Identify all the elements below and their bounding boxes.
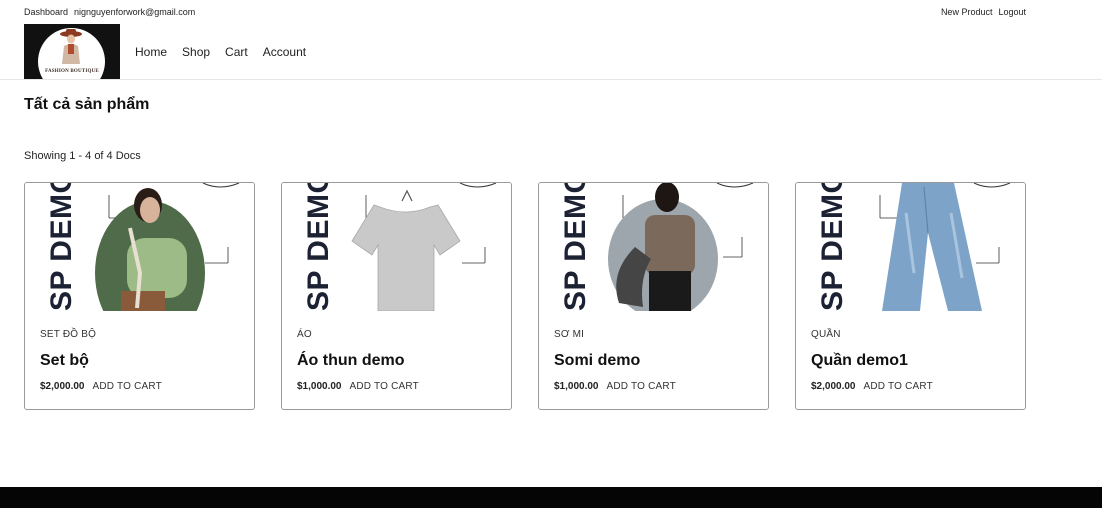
footer-bar	[0, 487, 1102, 508]
results-count: Showing 1 - 4 of 4 Docs	[24, 150, 141, 162]
product-category: SET ĐỒ BỘ	[40, 329, 97, 340]
product-name[interactable]: Set bộ	[40, 352, 89, 370]
nav-account[interactable]: Account	[263, 45, 306, 59]
product-category: SƠ MI	[554, 329, 585, 340]
price-row: $2,000.00 ADD TO CART	[40, 381, 162, 392]
product-image[interactable]: SP DEMO 22	[539, 183, 768, 311]
product-illustration-jeans	[879, 183, 1011, 311]
new-product-link[interactable]: New Product	[941, 7, 993, 17]
page-title: Tất cả sản phẩm	[24, 96, 150, 113]
add-to-cart-button[interactable]: ADD TO CART	[864, 381, 933, 392]
product-card[interactable]: SP DEMO 01 QUẦN Quần demo1 $2,000.00 ADD…	[795, 182, 1026, 410]
top-right-links: New Product Logout	[941, 7, 1026, 17]
add-to-cart-button[interactable]: ADD TO CART	[607, 381, 676, 392]
product-illustration-tshirt	[351, 183, 497, 311]
product-name[interactable]: Somi demo	[554, 352, 640, 370]
price-row: $2,000.00 ADD TO CART	[811, 381, 933, 392]
product-image[interactable]: SP DEMO 01	[796, 183, 1025, 311]
price-row: $1,000.00 ADD TO CART	[554, 381, 676, 392]
user-email: nignguyenforwork@gmail.com	[74, 7, 196, 17]
price-row: $1,000.00 ADD TO CART	[297, 381, 419, 392]
product-illustration-set	[95, 183, 240, 311]
product-category: ÁO	[297, 329, 312, 340]
add-to-cart-button[interactable]: ADD TO CART	[93, 381, 162, 392]
logo-text: FASHION BOUTIQUE	[45, 69, 99, 74]
product-name[interactable]: Áo thun demo	[297, 352, 405, 370]
product-price: $2,000.00	[811, 381, 856, 392]
product-category: QUẦN	[811, 329, 841, 340]
product-illustration-shirt	[608, 183, 754, 311]
main-navbar: FASHION BOUTIQUE Home Shop Cart Account	[0, 24, 1102, 80]
nav-links: Home Shop Cart Account	[135, 45, 306, 59]
product-card[interactable]: SP DEMO 04 ÁO Áo thun demo $1,000.00 ADD…	[281, 182, 512, 410]
product-price: $2,000.00	[40, 381, 85, 392]
top-utility-bar: Dashboard nignguyenforwork@gmail.com New…	[0, 0, 1102, 24]
product-card[interactable]: SP DEMO 22 SƠ MI Somi demo $1,000.00 ADD…	[538, 182, 769, 410]
dashboard-link[interactable]: Dashboard	[24, 7, 68, 17]
product-name[interactable]: Quần demo1	[811, 352, 908, 370]
add-to-cart-button[interactable]: ADD TO CART	[350, 381, 419, 392]
product-card[interactable]: SP DEMO 15 SET ĐỒ BỘ Set bộ $2,000.00 AD…	[24, 182, 255, 410]
product-image[interactable]: SP DEMO 15	[25, 183, 254, 311]
nav-shop[interactable]: Shop	[182, 45, 210, 59]
nav-cart[interactable]: Cart	[225, 45, 248, 59]
top-left-links: Dashboard nignguyenforwork@gmail.com	[24, 7, 195, 17]
product-grid: SP DEMO 15 SET ĐỒ BỘ Set bộ $2,000.00 AD…	[24, 182, 1026, 410]
logout-link[interactable]: Logout	[998, 7, 1026, 17]
nav-home[interactable]: Home	[135, 45, 167, 59]
product-price: $1,000.00	[554, 381, 599, 392]
brand-logo[interactable]: FASHION BOUTIQUE	[24, 24, 120, 79]
product-image[interactable]: SP DEMO 04	[282, 183, 511, 311]
product-price: $1,000.00	[297, 381, 342, 392]
